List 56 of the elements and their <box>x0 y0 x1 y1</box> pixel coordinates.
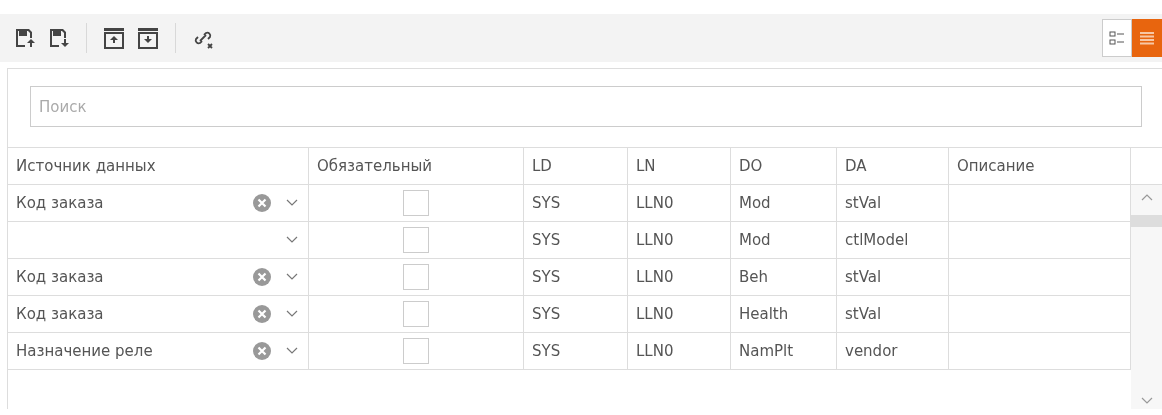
table-cell: SYS <box>532 268 561 286</box>
table-cell: LLN0 <box>636 194 674 212</box>
lines-icon <box>1139 30 1155 46</box>
column-header: LD <box>524 148 628 184</box>
table-cell: LLN0 <box>636 268 674 286</box>
checkbox[interactable] <box>403 264 429 290</box>
table-cell: LLN0 <box>636 342 674 360</box>
table-cell: SYS <box>532 194 561 212</box>
checkbox[interactable] <box>403 227 429 253</box>
table-cell: Beh <box>739 268 769 286</box>
checkbox[interactable] <box>403 338 429 364</box>
table-cell: stVal <box>845 268 882 286</box>
tree-list-icon <box>1109 30 1125 46</box>
column-header: LN <box>628 148 731 184</box>
dropdown-caret-icon[interactable] <box>286 273 298 281</box>
column-header: DA <box>837 148 949 184</box>
search-field[interactable]: Поиск <box>30 86 1142 127</box>
list-view-button[interactable] <box>1132 19 1162 57</box>
archive-up-icon[interactable] <box>101 25 127 51</box>
column-header: Источник данных <box>8 148 309 184</box>
table-cell: Health <box>739 305 789 323</box>
clear-icon[interactable] <box>252 267 272 287</box>
table-cell: Назначение реле <box>16 342 153 360</box>
dropdown-caret-icon[interactable] <box>286 347 298 355</box>
table-cell: stVal <box>845 194 882 212</box>
checkbox[interactable] <box>403 301 429 327</box>
table-cell: SYS <box>532 342 561 360</box>
checkbox[interactable] <box>403 190 429 216</box>
table-cell: Mod <box>739 194 771 212</box>
table-cell: SYS <box>532 305 561 323</box>
clear-icon[interactable] <box>252 193 272 213</box>
table-cell: vendor <box>845 342 898 360</box>
dropdown-caret-icon[interactable] <box>286 310 298 318</box>
table-cell: ctlModel <box>845 231 909 249</box>
table-cell: Mod <box>739 231 771 249</box>
column-header: Обязательный <box>309 148 524 184</box>
dropdown-caret-icon[interactable] <box>286 199 298 207</box>
table-cell: Код заказа <box>16 194 104 212</box>
clear-icon[interactable] <box>252 341 272 361</box>
scroll-down-icon[interactable] <box>1140 397 1153 405</box>
table-cell: stVal <box>845 305 882 323</box>
table-cell: LLN0 <box>636 305 674 323</box>
scroll-up-icon[interactable] <box>1140 193 1153 201</box>
table-cell: SYS <box>532 231 561 249</box>
scrollbar-track[interactable] <box>1131 185 1162 409</box>
table-cell: NamPlt <box>739 342 794 360</box>
clear-icon[interactable] <box>252 304 272 324</box>
scrollbar-thumb[interactable] <box>1131 215 1162 227</box>
dropdown-caret-icon[interactable] <box>286 236 298 244</box>
column-header: DO <box>731 148 837 184</box>
table-cell: Код заказа <box>16 305 104 323</box>
table-cell: Код заказа <box>16 268 104 286</box>
tree-view-button[interactable] <box>1102 19 1132 57</box>
archive-down-icon[interactable] <box>135 25 161 51</box>
column-header: Описание <box>949 148 1131 184</box>
table-cell: LLN0 <box>636 231 674 249</box>
